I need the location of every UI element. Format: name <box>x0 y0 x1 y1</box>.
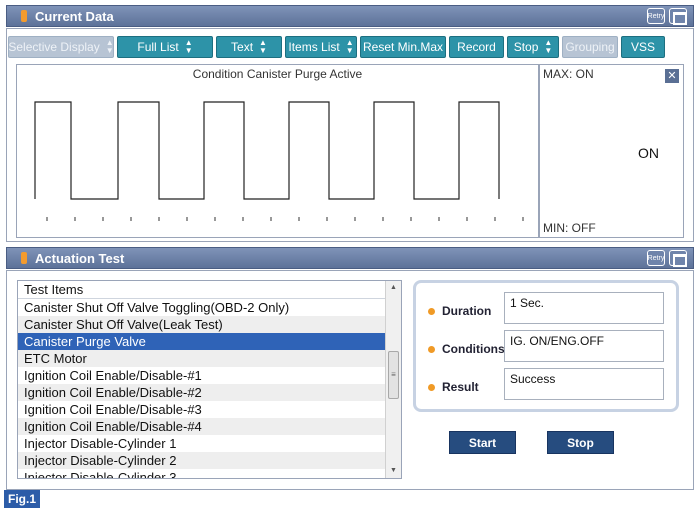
conditions-value: IG. ON/ENG.OFF <box>504 330 664 362</box>
list-item[interactable]: Ignition Coil Enable/Disable-#1 <box>18 367 386 384</box>
scroll-up-icon[interactable]: ▲ <box>386 281 401 295</box>
toolbar-button-label: Full List <box>137 40 179 54</box>
toolbar-button-label: Reset Min.Max <box>362 40 444 54</box>
maximize-icon[interactable] <box>669 250 687 267</box>
actuation-title: Actuation Test <box>35 250 125 266</box>
current-data-titlebar: Current Data Retry <box>6 5 694 27</box>
list-item[interactable]: Canister Purge Valve <box>18 333 386 350</box>
figure-label: Fig.1 <box>4 490 41 508</box>
toolbar-button-full-list[interactable]: Full List ▲ ▼ <box>117 36 213 58</box>
toolbar-button-label: VSS <box>630 40 655 54</box>
signal-trace <box>34 101 500 200</box>
title-bullet-icon <box>21 252 27 264</box>
list-item[interactable]: ETC Motor <box>18 350 386 367</box>
min-label: MIN: OFF <box>543 221 596 235</box>
list-item[interactable]: Canister Shut Off Valve(Leak Test) <box>18 316 386 333</box>
duration-label: Duration <box>428 304 491 318</box>
spinner-arrows-icon: ▲ ▼ <box>184 38 193 55</box>
result-label: Result <box>428 380 479 394</box>
spinner-arrows-icon: ▲ ▼ <box>544 38 553 55</box>
list-item[interactable]: Injector Disable-Cylinder 3 <box>18 469 386 478</box>
test-items-list: Test Items Canister Shut Off Valve Toggl… <box>17 280 402 479</box>
spinner-arrows-icon: ▲ ▼ <box>105 38 114 55</box>
spinner-arrows-icon: ▲ ▼ <box>259 38 267 55</box>
toolbar-button-reset-min-max[interactable]: Reset Min.Max <box>360 36 446 58</box>
toolbar-button-stop[interactable]: Stop ▲ ▼ <box>507 36 559 58</box>
current-value: ON <box>638 145 659 161</box>
scroll-thumb[interactable]: ≡ <box>388 351 399 399</box>
stop-button[interactable]: Stop <box>547 431 614 454</box>
maximize-icon[interactable] <box>669 8 687 25</box>
scroll-down-icon[interactable]: ▼ <box>386 464 401 478</box>
toolbar-button-label: Record <box>457 40 496 54</box>
toolbar-button-grouping[interactable]: Grouping <box>562 36 618 58</box>
toolbar-button-label: Text <box>231 40 254 54</box>
result-value: Success <box>504 368 664 400</box>
toolbar-button-label: Stop <box>513 40 539 54</box>
current-data-toolbar: Selective Display ▲ ▼ Full List ▲ ▼ Text ▲ ▼ Item… <box>8 36 665 60</box>
close-graph-icon[interactable]: ✕ <box>665 69 679 83</box>
square-wave-plot <box>34 101 524 221</box>
conditions-label-text: Conditions <box>442 342 505 356</box>
start-button[interactable]: Start <box>449 431 516 454</box>
list-item[interactable]: Ignition Coil Enable/Disable-#4 <box>18 418 386 435</box>
toolbar-button-label: Grouping <box>565 40 615 54</box>
test-info-box: Duration 1 Sec. Conditions IG. ON/ENG.OF… <box>413 280 679 412</box>
list-item[interactable]: Injector Disable-Cylinder 2 <box>18 452 386 469</box>
actuation-titlebar: Actuation Test Retry <box>6 247 694 269</box>
title-bullet-icon <box>21 10 27 22</box>
retry-icon[interactable]: Retry <box>647 250 665 266</box>
toolbar-button-record[interactable]: Record <box>449 36 504 58</box>
list-item[interactable]: Injector Disable-Cylinder 1 <box>18 435 386 452</box>
conditions-label: Conditions <box>428 342 505 356</box>
toolbar-button-items-list[interactable]: Items List ▲ ▼ <box>285 36 357 58</box>
max-label: MAX: ON <box>543 67 594 81</box>
toolbar-button-text[interactable]: Text ▲ ▼ <box>216 36 282 58</box>
spinner-arrows-icon: ▲ ▼ <box>345 38 354 55</box>
result-label-text: Result <box>442 380 479 394</box>
list-scrollbar[interactable]: ▲ ≡ ▼ <box>385 281 401 478</box>
bullet-icon <box>428 307 435 315</box>
graph-value-panel: MAX: ON ON MIN: OFF ✕ <box>539 64 684 238</box>
toolbar-button-label: Items List <box>288 40 340 54</box>
duration-value: 1 Sec. <box>504 292 664 324</box>
list-item[interactable]: Canister Shut Off Valve Toggling(OBD-2 O… <box>18 299 386 316</box>
list-header: Test Items <box>18 281 401 299</box>
bullet-icon <box>428 345 435 353</box>
retry-icon[interactable]: Retry <box>647 8 665 24</box>
signal-graph: Condition Canister Purge Active <box>16 64 539 238</box>
list-item[interactable]: Ignition Coil Enable/Disable-#2 <box>18 384 386 401</box>
toolbar-button-label: Selective Display <box>8 40 100 54</box>
toolbar-button-vss[interactable]: VSS <box>621 36 665 58</box>
list-item[interactable]: Ignition Coil Enable/Disable-#3 <box>18 401 386 418</box>
current-data-title: Current Data <box>35 8 114 24</box>
list-rows: Canister Shut Off Valve Toggling(OBD-2 O… <box>18 299 401 478</box>
gds-window: Current Data Retry Selective Display ▲ ▼ Fu… <box>0 0 700 513</box>
toolbar-button-selective-display[interactable]: Selective Display ▲ ▼ <box>8 36 114 58</box>
duration-label-text: Duration <box>442 304 492 318</box>
bullet-icon <box>428 383 435 391</box>
